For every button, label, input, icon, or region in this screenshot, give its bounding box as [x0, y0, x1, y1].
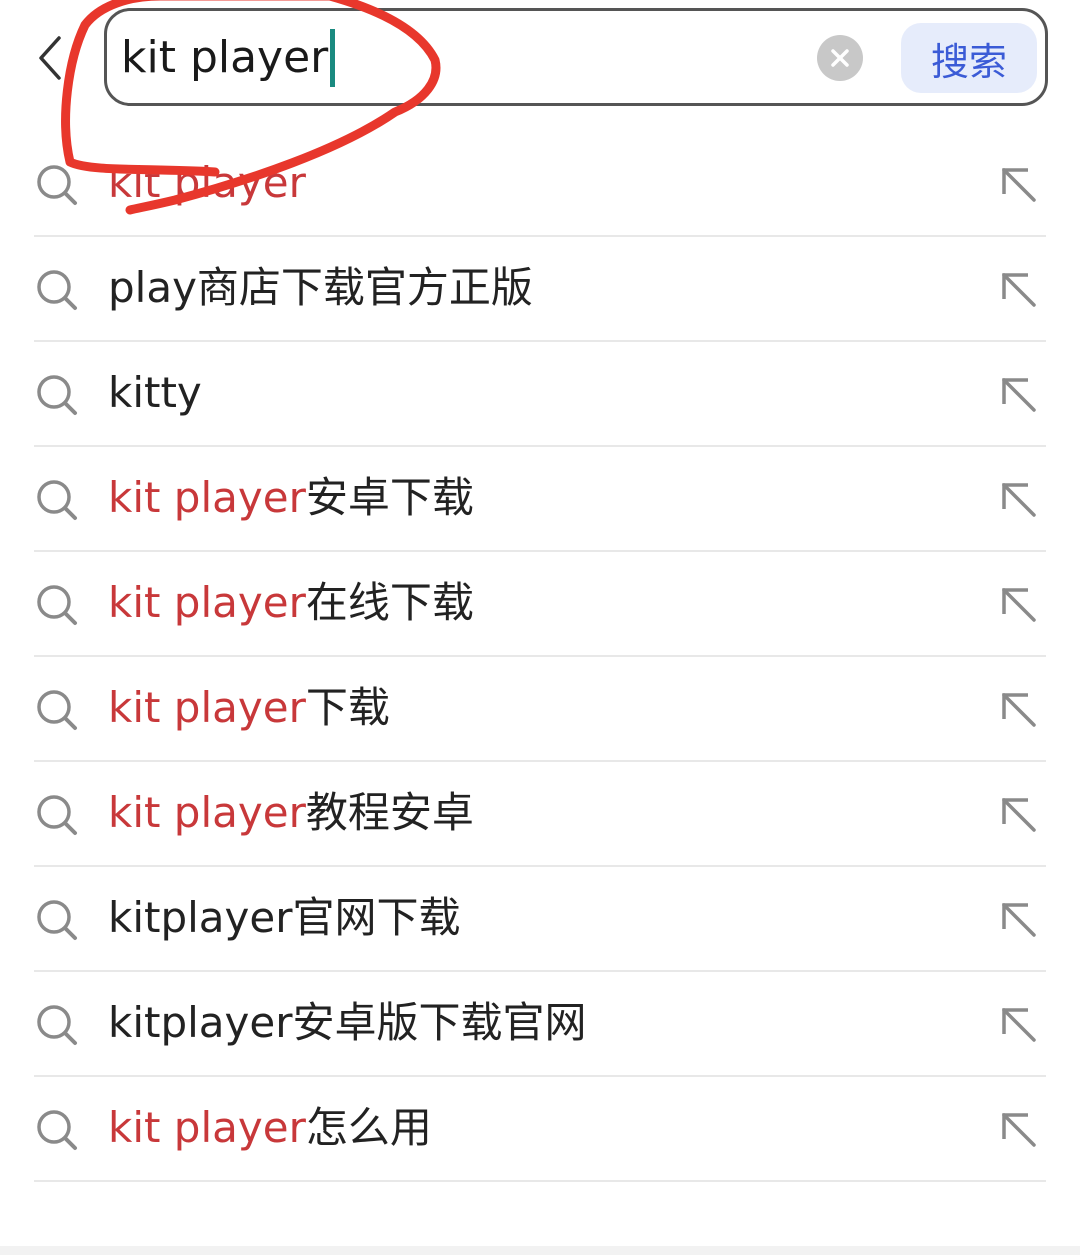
suggestion-rest: 在线下载: [305, 578, 474, 627]
suggestion-item[interactable]: kitplayer安卓版下载官网: [34, 972, 1046, 1077]
suggestion-text: kitplayer官网下载: [108, 889, 461, 947]
arrow-up-left-icon[interactable]: [1000, 586, 1038, 624]
suggestion-list: kit player play商店下载官方正版 kitty kit player安卓下…: [34, 132, 1046, 1182]
suggestion-text: kit player安卓下载: [108, 469, 474, 527]
arrow-up-left-icon[interactable]: [1000, 1006, 1038, 1044]
suggestion-highlight: kit player: [108, 578, 306, 627]
search-icon: [36, 1004, 78, 1046]
suggestion-item[interactable]: kitty: [34, 342, 1046, 447]
suggestion-item[interactable]: play商店下载官方正版: [34, 237, 1046, 342]
suggestion-text: kit player教程安卓: [108, 784, 474, 842]
search-input-value: kit player: [121, 32, 329, 83]
suggestion-rest: play商店下载官方正版: [108, 263, 533, 312]
search-icon: [36, 899, 78, 941]
search-icon: [36, 794, 78, 836]
suggestion-rest: kitplayer官网下载: [108, 893, 461, 942]
suggestion-rest: kitplayer安卓版下载官网: [108, 998, 587, 1047]
search-icon: [36, 479, 78, 521]
close-icon: [831, 49, 849, 67]
search-icon: [36, 1109, 78, 1151]
text-caret: [330, 29, 336, 87]
suggestion-item[interactable]: kit player安卓下载: [34, 447, 1046, 552]
search-icon: [36, 584, 78, 626]
suggestion-rest: 怎么用: [305, 1103, 432, 1152]
search-button[interactable]: 搜索: [901, 23, 1037, 93]
suggestion-text: kit player: [108, 154, 306, 212]
suggestion-text: kitty: [108, 364, 202, 422]
suggestion-item[interactable]: kit player怎么用: [34, 1077, 1046, 1182]
suggestion-text: kit player在线下载: [108, 574, 474, 632]
suggestion-item[interactable]: kit player教程安卓: [34, 762, 1046, 867]
bottom-bar: [0, 1246, 1080, 1255]
suggestion-item[interactable]: kit player: [34, 132, 1046, 237]
arrow-up-left-icon[interactable]: [1000, 796, 1038, 834]
arrow-up-left-icon[interactable]: [1000, 691, 1038, 729]
suggestion-item[interactable]: kit player在线下载: [34, 552, 1046, 657]
search-icon: [36, 689, 78, 731]
search-icon: [36, 269, 78, 311]
suggestion-text: play商店下载官方正版: [108, 259, 533, 317]
suggestion-item[interactable]: kit player下载: [34, 657, 1046, 762]
arrow-up-left-icon[interactable]: [1000, 481, 1038, 519]
arrow-up-left-icon[interactable]: [1000, 376, 1038, 414]
search-icon: [36, 374, 78, 416]
search-page: kit player 搜索 kit player play商店下载官方正版 kitt…: [0, 0, 1080, 1255]
suggestion-item[interactable]: kitplayer官网下载: [34, 867, 1046, 972]
search-input[interactable]: kit player: [121, 25, 801, 91]
suggestion-text: kit player怎么用: [108, 1099, 432, 1157]
suggestion-highlight: kit player: [108, 1103, 306, 1152]
suggestion-rest: 安卓下载: [305, 473, 474, 522]
back-button[interactable]: [28, 30, 72, 86]
suggestion-rest: 教程安卓: [305, 788, 474, 837]
suggestion-highlight: kit player: [108, 683, 306, 732]
search-icon: [36, 164, 78, 206]
arrow-up-left-icon[interactable]: [1000, 166, 1038, 204]
arrow-up-left-icon[interactable]: [1000, 1111, 1038, 1149]
arrow-up-left-icon[interactable]: [1000, 271, 1038, 309]
suggestion-highlight: kit player: [108, 158, 306, 207]
suggestion-highlight: kit player: [108, 473, 306, 522]
suggestion-text: kitplayer安卓版下载官网: [108, 994, 587, 1052]
chevron-left-icon: [39, 36, 61, 80]
suggestion-rest: 下载: [305, 683, 390, 732]
arrow-up-left-icon[interactable]: [1000, 901, 1038, 939]
clear-button[interactable]: [817, 35, 863, 81]
suggestion-rest: kitty: [108, 368, 202, 417]
suggestion-highlight: kit player: [108, 788, 306, 837]
search-box: kit player 搜索: [104, 8, 1048, 106]
suggestion-text: kit player下载: [108, 679, 390, 737]
